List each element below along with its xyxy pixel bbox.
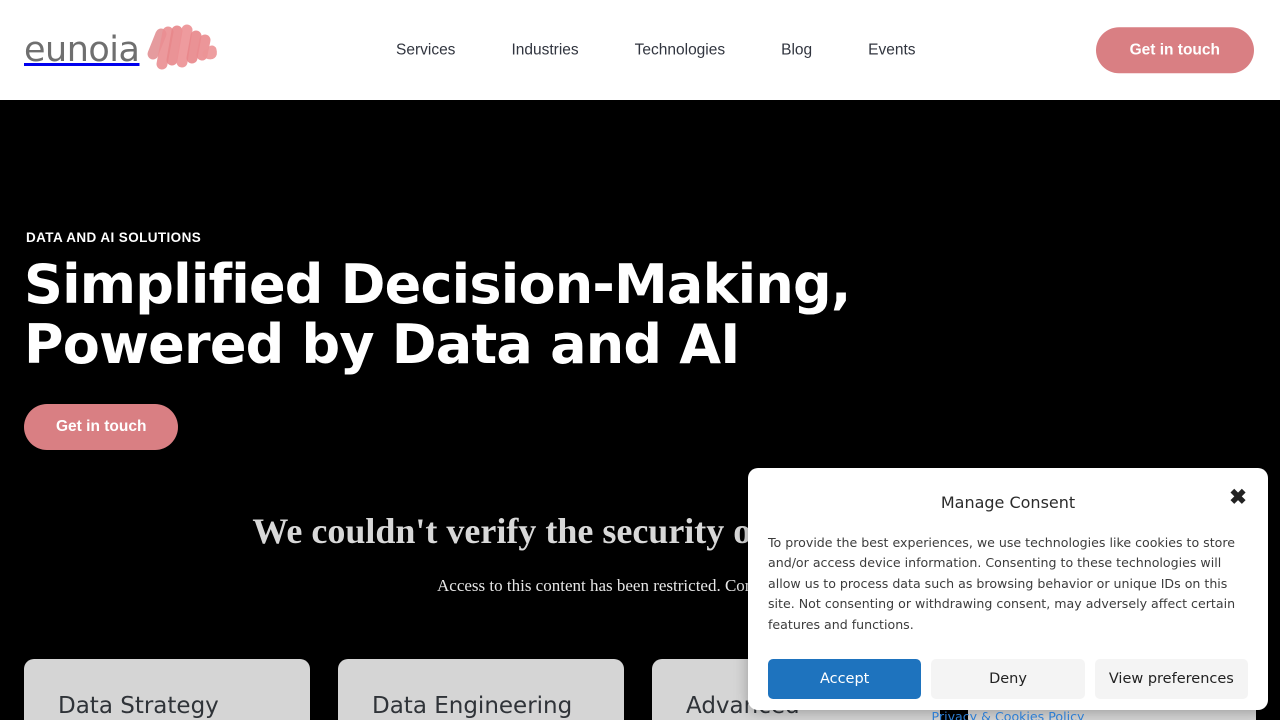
deny-button[interactable]: Deny <box>931 658 1085 699</box>
hero-get-in-touch-button[interactable]: Get in touch <box>24 404 179 450</box>
nav-item-events[interactable]: Events <box>868 42 915 58</box>
privacy-cookies-policy-link[interactable]: Privacy & Cookies Policy <box>932 709 1085 720</box>
main-navigation: Services Industries Technologies Blog Ev… <box>396 42 916 58</box>
logo-wordmark: eunoia <box>24 30 140 70</box>
hero-headline: Simplified Decision-Making, Powered by D… <box>24 253 851 376</box>
accept-button[interactable]: Accept <box>768 658 922 699</box>
manage-consent-dialog: Manage Consent ✖ To provide the best exp… <box>748 468 1268 720</box>
consent-policy-row: Privacy & Cookies Policy <box>766 708 1250 720</box>
hero-eyebrow: DATA AND AI SOLUTIONS <box>26 230 202 245</box>
consent-dialog-body: To provide the best experiences, we use … <box>768 535 1236 632</box>
nav-item-industries[interactable]: Industries <box>511 42 578 58</box>
view-preferences-button[interactable]: View preferences <box>1094 658 1248 699</box>
header-get-in-touch-button[interactable]: Get in touch <box>1095 27 1254 73</box>
nav-item-technologies[interactable]: Technologies <box>635 42 725 58</box>
nav-item-services[interactable]: Services <box>396 42 455 58</box>
service-card-title: Data Engineering <box>372 693 573 719</box>
site-header: eunoia Services Industries Technologies … <box>0 0 1280 100</box>
service-card-title: Data Strategy <box>58 693 219 719</box>
nav-item-blog[interactable]: Blog <box>781 42 812 58</box>
page-root: eunoia Services Industries Technologies … <box>0 0 1280 720</box>
wave-squiggle-icon <box>145 24 219 76</box>
consent-dialog-title: Manage Consent <box>940 493 1076 512</box>
consent-button-row: Accept Deny View preferences <box>766 658 1250 699</box>
service-card-data-engineering[interactable]: Data Engineering Build secure, scalable,… <box>338 659 624 720</box>
service-card-data-strategy[interactable]: Data Strategy Optimize data quality and … <box>24 659 310 720</box>
site-logo[interactable]: eunoia <box>24 24 219 76</box>
close-icon[interactable]: ✖ <box>1226 485 1250 509</box>
